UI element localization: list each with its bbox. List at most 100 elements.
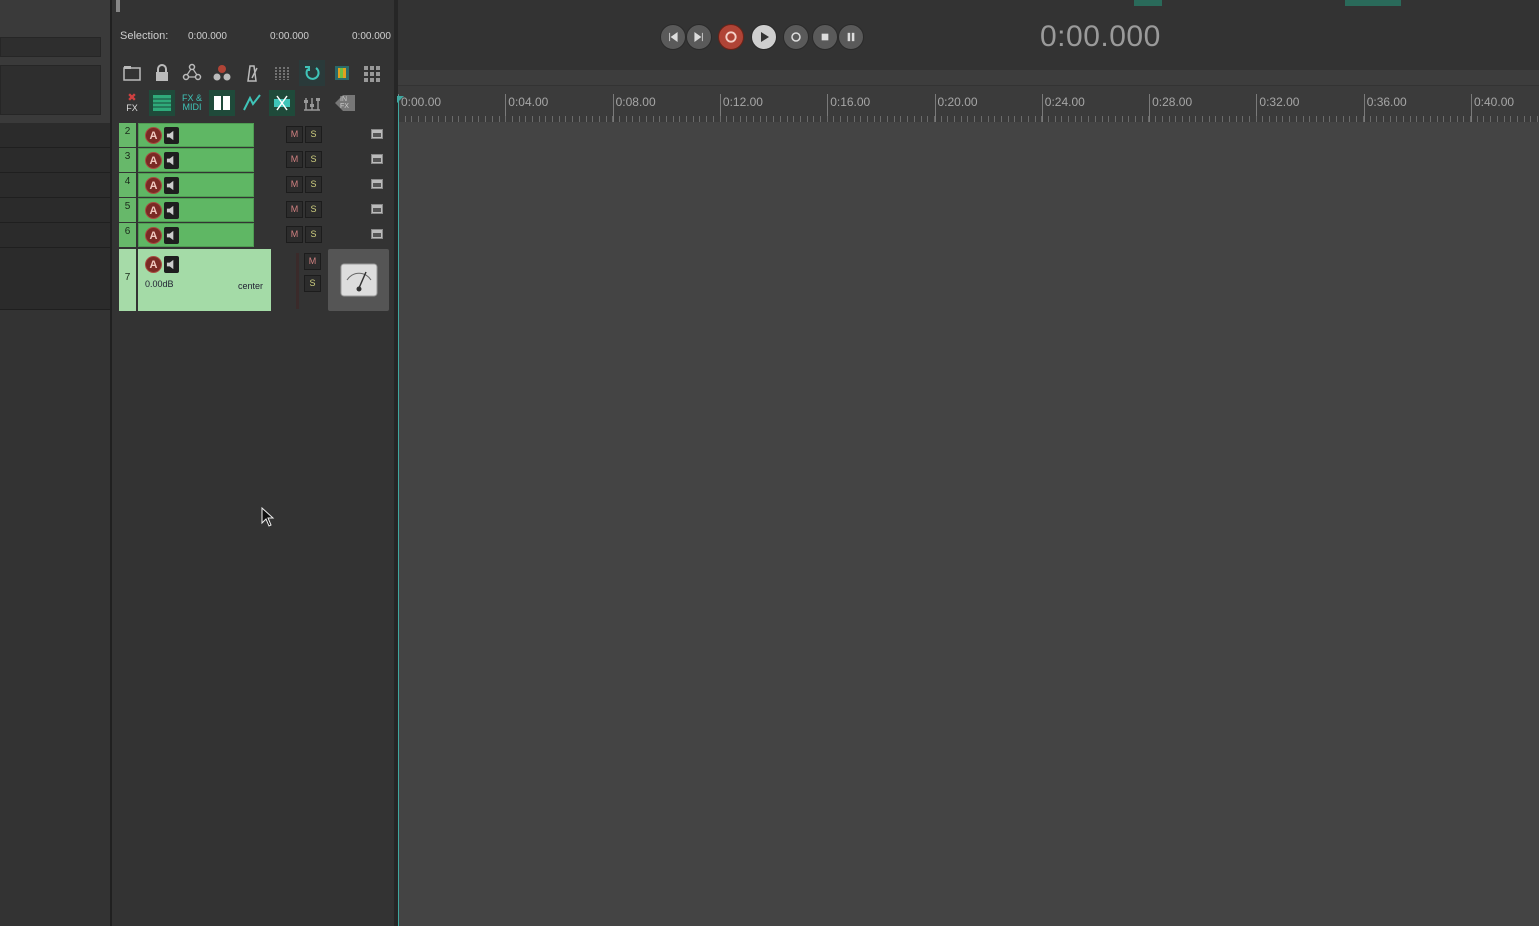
edit-cursor <box>398 95 399 926</box>
lock-icon[interactable] <box>149 60 175 86</box>
speaker-icon[interactable] <box>164 127 179 144</box>
envelope-toggle-icon[interactable] <box>371 129 383 139</box>
ruler-label: 0:28.00 <box>1152 95 1193 109</box>
time-display[interactable]: 0:00.000 <box>1040 20 1161 54</box>
solo-button[interactable]: S <box>305 226 322 243</box>
pan-readout[interactable]: center <box>238 281 263 291</box>
record-arm-button[interactable]: A <box>145 152 162 169</box>
fx-label: FX <box>126 103 138 113</box>
left-field[interactable] <box>0 37 101 57</box>
volume-readout[interactable]: 0.00dB <box>145 279 174 289</box>
mute-button[interactable]: M <box>286 201 303 218</box>
track-number: 3 <box>119 148 136 172</box>
ruler-label: 0:00.00 <box>401 95 442 109</box>
grid-icon[interactable] <box>269 60 295 86</box>
ripple-edit-icon[interactable] <box>269 90 295 116</box>
ruler-label: 0:12.00 <box>722 95 763 109</box>
mute-button[interactable]: M <box>286 226 303 243</box>
matrix-icon[interactable] <box>359 60 385 86</box>
record-arm-button[interactable]: A <box>145 202 162 219</box>
left-row <box>0 173 111 198</box>
selection-start[interactable]: 0:00.000 <box>188 31 227 42</box>
envelope-toggle-icon[interactable] <box>371 204 383 214</box>
left-row <box>0 198 111 223</box>
envelope-icon[interactable] <box>239 90 265 116</box>
transport-bar <box>398 0 1539 70</box>
track-number: 2 <box>119 123 136 147</box>
solo-button[interactable]: S <box>305 151 322 168</box>
ruler-label: 0:40.00 <box>1474 95 1515 109</box>
selection-end[interactable]: 0:00.000 <box>270 31 309 42</box>
solo-button[interactable]: S <box>305 176 322 193</box>
selection-length[interactable]: 0:00.000 <box>352 31 391 42</box>
loop-icon[interactable] <box>299 60 325 86</box>
track-row[interactable]: 5A MS <box>119 198 389 222</box>
track-row[interactable]: 2A MS <box>119 123 389 147</box>
left-box[interactable] <box>0 65 101 115</box>
record-arm-button[interactable]: A <box>145 227 162 244</box>
folder-icon[interactable] <box>119 60 145 86</box>
top-indicator <box>1134 0 1162 6</box>
track-number: 7 <box>119 249 136 311</box>
speaker-icon[interactable] <box>164 152 179 169</box>
track-list-icon[interactable] <box>149 90 175 116</box>
grouping-icon[interactable] <box>179 60 205 86</box>
envelope-toggle-icon[interactable] <box>371 229 383 239</box>
fx-midi-icon[interactable]: FX & MIDI <box>179 90 205 116</box>
top-indicator <box>1345 0 1401 6</box>
mute-button[interactable]: M <box>286 151 303 168</box>
color-icon[interactable] <box>329 60 355 86</box>
scroll-handle-left[interactable] <box>116 0 120 12</box>
ruler-label: 0:16.00 <box>830 95 871 109</box>
stop-button[interactable] <box>812 24 838 50</box>
in-fx-icon[interactable]: IN FX <box>329 90 359 116</box>
selection-label: Selection: <box>120 30 169 42</box>
ruler-label: 0:36.00 <box>1366 95 1407 109</box>
mute-button[interactable]: M <box>286 176 303 193</box>
solo-button[interactable]: S <box>304 275 321 292</box>
ruler-label: 0:20.00 <box>937 95 978 109</box>
fx-bypass-icon[interactable]: ✖ FX <box>119 90 145 116</box>
speaker-icon[interactable] <box>164 177 179 194</box>
ruler-region-bar[interactable] <box>398 70 1539 85</box>
go-to-end-button[interactable] <box>686 24 712 50</box>
vu-meter-icon[interactable] <box>328 249 389 311</box>
track-row[interactable]: 3A MS <box>119 148 389 172</box>
cursor-marker-icon[interactable] <box>397 96 404 103</box>
routing-icon[interactable] <box>209 60 235 86</box>
ruler-label: 0:04.00 <box>508 95 549 109</box>
left-row <box>0 148 111 173</box>
mute-button[interactable]: M <box>304 253 321 270</box>
record-arm-button[interactable]: A <box>145 127 162 144</box>
arrange-view[interactable] <box>398 122 1539 926</box>
split-view-icon[interactable] <box>209 90 235 116</box>
speaker-icon[interactable] <box>164 202 179 219</box>
track-number: 6 <box>119 223 136 247</box>
record-arm-button[interactable]: A <box>145 256 162 273</box>
envelope-toggle-icon[interactable] <box>371 179 383 189</box>
pause-button[interactable] <box>838 24 864 50</box>
go-to-start-button[interactable] <box>660 24 686 50</box>
track-row[interactable]: 6A MS <box>119 223 389 247</box>
record-button[interactable] <box>718 24 744 50</box>
track-row[interactable]: 4A MS <box>119 173 389 197</box>
mixer-icon[interactable] <box>299 90 325 116</box>
ruler-major-tick <box>1149 94 1151 122</box>
play-button[interactable] <box>751 24 777 50</box>
ruler-label: 0:08.00 <box>615 95 656 109</box>
left-panel-top <box>0 0 111 310</box>
repeat-button[interactable] <box>783 24 809 50</box>
track-7[interactable]: 7 A 0.00dB center M S <box>119 249 389 311</box>
record-arm-button[interactable]: A <box>145 177 162 194</box>
solo-button[interactable]: S <box>305 201 322 218</box>
timeline-ruler[interactable]: 0:00.00 0:04.00 0:08.00 0:12.00 0:16.00 0:20.… <box>398 86 1539 122</box>
track-name-field[interactable]: A 0.00dB center <box>138 249 271 311</box>
left-row <box>0 223 111 248</box>
mouse-pointer-icon <box>261 506 275 532</box>
mute-button[interactable]: M <box>286 126 303 143</box>
speaker-icon[interactable] <box>164 256 179 273</box>
metronome-icon[interactable] <box>239 60 265 86</box>
solo-button[interactable]: S <box>305 126 322 143</box>
speaker-icon[interactable] <box>164 227 179 244</box>
envelope-toggle-icon[interactable] <box>371 154 383 164</box>
